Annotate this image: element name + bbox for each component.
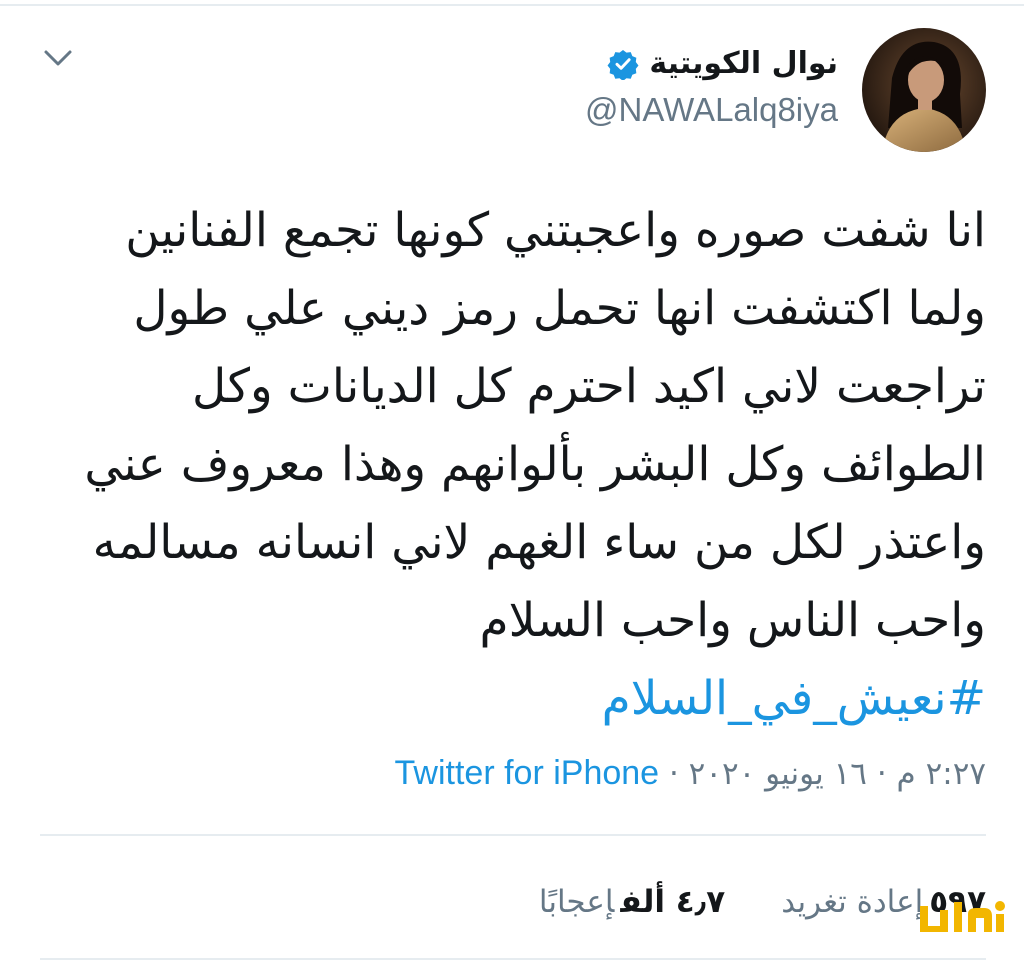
tweet-text-line: واحب الناس واحب السلام <box>479 593 986 648</box>
chevron-down-icon[interactable] <box>40 44 76 74</box>
tweet-text-line: ولما اكتشفت انها تحمل رمز ديني علي طول <box>133 281 986 336</box>
verified-badge-icon <box>607 50 639 80</box>
tweet-date[interactable]: ١٦ يونيو ٢٠٢٠ <box>689 756 867 792</box>
author-display-name[interactable]: نوال الكويتية <box>649 44 838 84</box>
hashtag-link[interactable]: #نعيش_في_السلام <box>26 660 986 738</box>
stats-bottom-divider <box>40 958 986 960</box>
likes-count: ٤٫٧ ألف <box>620 884 726 920</box>
tweet-text-line: انا شفت صوره واعجبتني كونها تجمع الفناني… <box>125 203 986 258</box>
tweet-text-line: الطوائف وكل البشر بألوانهم وهذا معروف عن… <box>84 437 986 492</box>
meta-separator: · <box>668 756 679 792</box>
tweet-text-line: تراجعت لاني اكيد احترم كل الديانات وكل <box>192 359 986 414</box>
top-divider <box>0 4 1024 6</box>
likes-stat[interactable]: ٤٫٧ ألفإعجابًا <box>539 880 725 924</box>
meta-separator: · <box>876 756 887 792</box>
watermark-logo <box>912 892 1010 944</box>
author-handle[interactable]: @NAWALalq8iya <box>585 90 838 130</box>
tweet-meta: ٢:٢٧ م · ١٦ يونيو ٢٠٢٠ · Twitter for iPh… <box>395 752 986 795</box>
stats-top-divider <box>40 834 986 836</box>
tweet-text: انا شفت صوره واعجبتني كونها تجمع الفناني… <box>26 192 986 738</box>
tweet-text-line: واعتذر لكل من ساء الغهم لاني انسانه مسال… <box>92 515 986 570</box>
retweets-label: إعادة تغريد <box>781 884 924 920</box>
avatar[interactable] <box>862 28 986 152</box>
tweet-source-link[interactable]: Twitter for iPhone <box>395 754 660 792</box>
tweet-time[interactable]: ٢:٢٧ م <box>897 756 986 792</box>
tweet-author[interactable]: نوال الكويتية @NAWALalq8iya <box>585 44 838 130</box>
likes-label: إعجابًا <box>538 884 615 920</box>
